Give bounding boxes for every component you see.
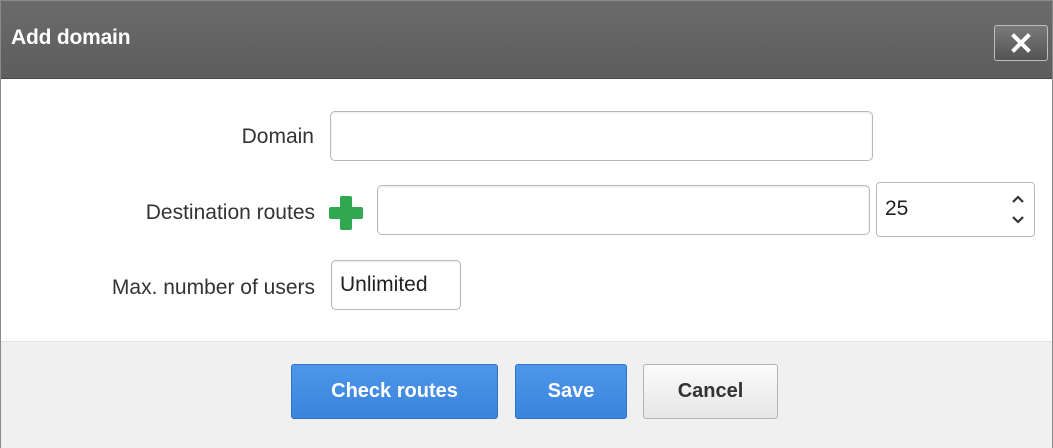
chevron-down-icon[interactable] [1008,211,1028,229]
domain-label: Domain [241,125,314,148]
save-button[interactable]: Save [515,364,627,419]
destination-routes-label: Destination routes [145,201,315,224]
chevron-up-icon[interactable] [1008,190,1028,208]
max-users-input[interactable] [331,260,461,310]
add-domain-dialog: Add domain Domain Destination routes 25 … [0,0,1053,448]
form-area: Domain Destination routes 25 Max. number… [1,79,1052,341]
dialog-title: Add domain [11,26,131,49]
check-routes-button[interactable]: Check routes [291,364,498,419]
domain-input[interactable] [330,111,873,161]
destination-routes-input[interactable] [377,185,870,235]
dialog-titlebar: Add domain [1,1,1052,79]
close-button[interactable] [994,25,1048,61]
max-users-label: Max. number of users [111,276,315,299]
port-stepper[interactable]: 25 [876,182,1035,237]
port-value: 25 [885,197,909,220]
plus-icon[interactable] [329,196,363,230]
close-icon [1011,33,1031,53]
dialog-footer: Check routes Save Cancel [1,341,1052,448]
cancel-button[interactable]: Cancel [643,364,778,419]
